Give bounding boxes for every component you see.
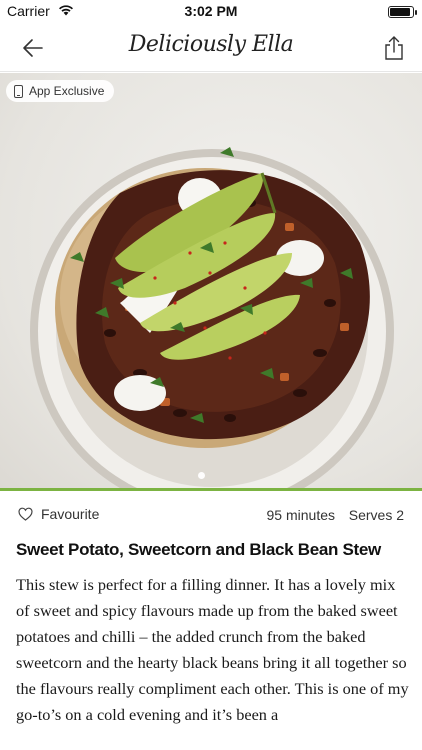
heart-outline-icon [18,507,33,521]
phone-icon [14,84,23,98]
battery-level [390,8,410,16]
battery-icon [388,6,417,18]
favourite-label: Favourite [41,506,100,522]
recipe-description: This stew is perfect for a filling dinne… [16,575,409,724]
recipe-title: Sweet Potato, Sweetcorn and Black Bean S… [16,540,381,559]
recipe-hero-image[interactable]: App Exclusive [0,73,422,488]
accent-divider [0,488,422,491]
nav-bar: Deliciously Ella [0,24,422,72]
badge-label: App Exclusive [29,84,105,98]
status-time: 3:02 PM [184,3,238,19]
cook-time: 95 minutes [266,507,335,523]
status-bar: Carrier 3:02 PM [0,0,422,24]
stew-bowl-illustration [30,147,394,488]
recipe-meta-row: Favourite 95 minutes Serves 2 [0,500,422,528]
serves-count: Serves 2 [348,507,404,523]
app-logo: Deliciously Ella [128,32,294,57]
share-button[interactable] [382,34,406,62]
app-exclusive-badge: App Exclusive [6,80,115,102]
favourite-button[interactable]: Favourite [18,506,99,522]
carousel-page-indicator[interactable] [198,472,205,479]
share-icon [385,36,403,60]
